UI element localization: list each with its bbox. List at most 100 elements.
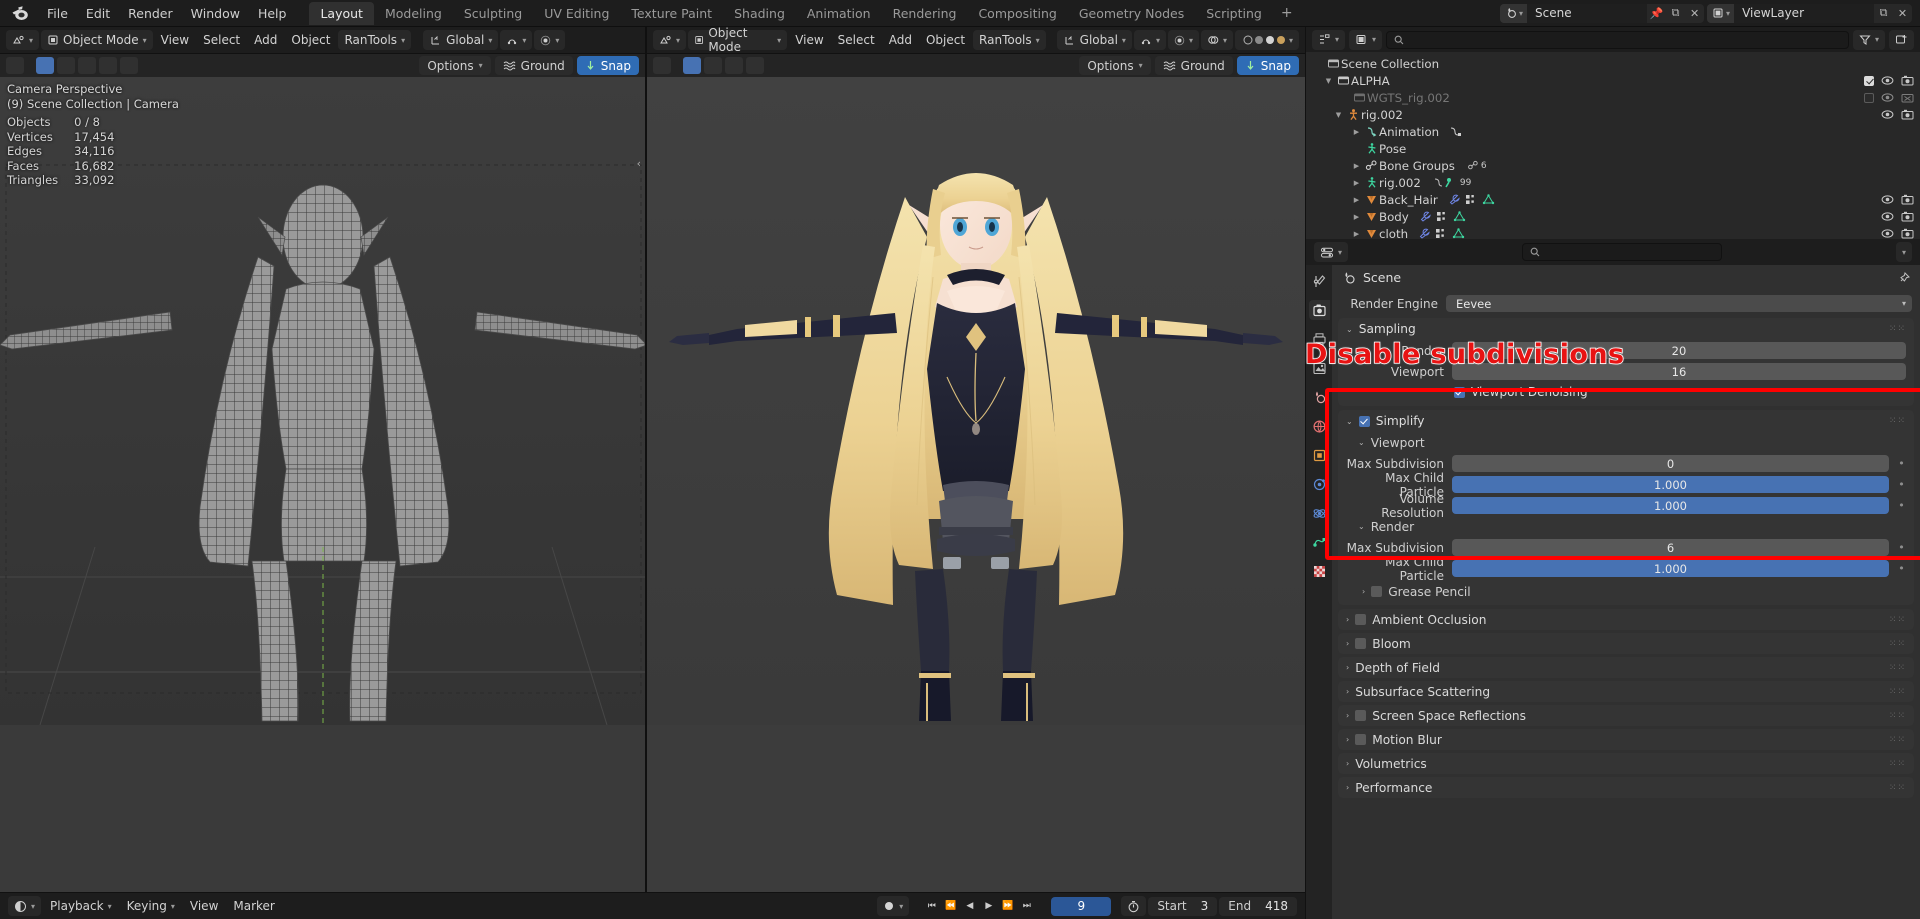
disable-in-renders-icon[interactable] xyxy=(1901,75,1914,86)
outliner-row-back-hair[interactable]: ▶ Back_Hair xyxy=(1306,191,1920,208)
viewport-volume-resolution-field[interactable]: 1.000 xyxy=(1452,497,1889,514)
viewport-menu-select-right[interactable]: Select xyxy=(832,30,881,50)
select-mode-2-right[interactable] xyxy=(704,57,722,74)
workspace-tab-layout[interactable]: Layout xyxy=(309,2,374,25)
panel-subsurface-scattering[interactable]: › Subsurface Scattering ⁙⁙ xyxy=(1338,681,1914,702)
auto-keying-toggle[interactable]: ▾ xyxy=(877,896,909,916)
workspace-tab-rendering[interactable]: Rendering xyxy=(882,2,968,25)
scene-name[interactable]: Scene xyxy=(1527,4,1647,23)
chevron-down-icon[interactable]: ⌄ xyxy=(1358,522,1365,531)
options-dropdown-right[interactable]: Options▾ xyxy=(1079,56,1150,75)
animate-property-dot[interactable]: • xyxy=(1897,562,1906,575)
menu-file[interactable]: File xyxy=(38,3,77,24)
outliner-row-alpha[interactable]: ▼ ALPHA xyxy=(1306,72,1920,89)
render-engine-dropdown[interactable]: Eevee ▾ xyxy=(1446,295,1912,312)
select-mode-4-left[interactable] xyxy=(99,57,117,74)
workspace-tab-uv-editing[interactable]: UV Editing xyxy=(533,2,620,25)
pin-icon[interactable]: 📌 xyxy=(1647,4,1666,23)
use-preview-range-icon[interactable] xyxy=(1121,896,1146,916)
panel-performance[interactable]: › Performance ⁙⁙ xyxy=(1338,777,1914,798)
hide-in-viewport-icon[interactable] xyxy=(1881,211,1894,222)
workspace-tab-sculpting[interactable]: Sculpting xyxy=(453,2,533,25)
outliner-display-mode[interactable]: ▾ xyxy=(1349,30,1382,50)
current-frame-field[interactable]: 9 xyxy=(1051,897,1111,916)
tab-view-layer[interactable] xyxy=(1309,358,1330,378)
outliner-filter-button[interactable]: ▾ xyxy=(1853,30,1885,50)
hide-in-viewport-icon[interactable] xyxy=(1881,194,1894,205)
chevron-right-icon[interactable]: › xyxy=(1346,639,1349,648)
hide-in-viewport-icon[interactable] xyxy=(1881,109,1894,120)
hide-in-viewport-icon[interactable] xyxy=(1881,92,1894,103)
viewport-max-child-particle-field[interactable]: 1.000 xyxy=(1452,476,1889,493)
chevron-right-icon[interactable]: › xyxy=(1346,687,1349,696)
disclosure-triangle-right-icon[interactable]: ▶ xyxy=(1350,196,1363,204)
viewlayer-icon[interactable]: ▾ xyxy=(1707,4,1734,23)
animate-property-dot[interactable]: • xyxy=(1897,457,1906,470)
select-mode-1-left[interactable] xyxy=(36,57,54,74)
snapping-toggle-left[interactable]: ▾ xyxy=(500,30,532,50)
workspace-tab-modeling[interactable]: Modeling xyxy=(374,2,453,25)
properties-search-input[interactable] xyxy=(1522,243,1722,261)
sampling-viewport-field[interactable]: 16 xyxy=(1452,363,1906,380)
disclosure-triangle-right-icon[interactable]: ▶ xyxy=(1350,213,1363,221)
menu-edit[interactable]: Edit xyxy=(77,3,119,24)
next-keyframe-button[interactable]: ⏩ xyxy=(999,897,1016,916)
snap-button-left[interactable]: Snap xyxy=(577,56,639,75)
tab-material[interactable] xyxy=(1309,561,1330,581)
exclude-checkbox[interactable] xyxy=(1864,76,1874,86)
viewport-menu-object-right[interactable]: Object xyxy=(920,30,971,50)
panel-bloom[interactable]: › Bloom ⁙⁙ xyxy=(1338,633,1914,654)
proportional-edit-left[interactable]: ▾ xyxy=(534,30,565,50)
workspace-tab-geometry-nodes[interactable]: Geometry Nodes xyxy=(1068,2,1195,25)
simplify-viewport-subheader[interactable]: ⌄ Viewport xyxy=(1338,432,1914,453)
new-collection-button[interactable] xyxy=(1889,30,1914,50)
motion-blur-checkbox[interactable] xyxy=(1355,734,1366,745)
menu-window[interactable]: Window xyxy=(182,3,249,24)
chevron-down-icon[interactable]: ⌄ xyxy=(1346,325,1353,334)
timeline-marker-menu[interactable]: Marker xyxy=(227,896,280,916)
simplify-checkbox[interactable] xyxy=(1359,416,1370,427)
workspace-tab-compositing[interactable]: Compositing xyxy=(967,2,1067,25)
sampling-render-field[interactable]: 20 xyxy=(1452,342,1906,359)
editor-type-button-right[interactable]: ▾ xyxy=(653,30,686,50)
timeline-view-menu[interactable]: View xyxy=(184,896,224,916)
grease-pencil-checkbox[interactable] xyxy=(1371,586,1382,597)
render-max-child-particle-field[interactable]: 1.000 xyxy=(1452,560,1889,577)
transform-orientation-left[interactable]: Global ▾ xyxy=(423,30,498,50)
screen-space-reflections-checkbox[interactable] xyxy=(1355,710,1366,721)
play-button[interactable]: ▶ xyxy=(980,897,997,916)
outliner-tree[interactable]: Scene Collection ▼ ALPHA xyxy=(1306,52,1920,239)
grease-pencil-subpanel[interactable]: › Grease Pencil xyxy=(1338,581,1914,602)
select-mode-1-right[interactable] xyxy=(683,57,701,74)
scene-icon[interactable]: ▾ xyxy=(1500,4,1527,23)
outliner-row-cloth[interactable]: ▶ cloth xyxy=(1306,225,1920,239)
add-workspace-button[interactable]: + xyxy=(1273,2,1301,24)
chevron-down-icon[interactable]: ⌄ xyxy=(1346,417,1353,426)
properties-editor-type[interactable]: ▾ xyxy=(1314,242,1348,262)
outliner-row-body[interactable]: ▶ Body xyxy=(1306,208,1920,225)
disclosure-triangle-right-icon[interactable]: ▶ xyxy=(1350,179,1363,187)
hide-in-viewport-icon[interactable] xyxy=(1881,228,1894,239)
tab-scene[interactable] xyxy=(1309,387,1330,407)
proportional-edit-right[interactable]: ▾ xyxy=(1168,30,1199,50)
editor-type-button-left[interactable]: ▾ xyxy=(6,30,39,50)
disclosure-triangle-down-icon[interactable]: ▼ xyxy=(1332,111,1345,119)
render-max-subdivision-field[interactable]: 6 xyxy=(1452,539,1889,556)
panel-ambient-occlusion[interactable]: › Ambient Occlusion ⁙⁙ xyxy=(1338,609,1914,630)
chevron-right-icon[interactable]: › xyxy=(1346,663,1349,672)
keying-menu[interactable]: Keying▾ xyxy=(121,896,181,916)
chevron-right-icon[interactable]: › xyxy=(1362,587,1365,596)
snapping-toggle-right[interactable]: ▾ xyxy=(1134,30,1166,50)
tab-modifiers[interactable] xyxy=(1309,474,1330,494)
chevron-right-icon[interactable]: › xyxy=(1346,735,1349,744)
disable-in-renders-icon[interactable] xyxy=(1901,194,1914,205)
sampling-panel-header[interactable]: ⌄ Sampling ⁙⁙ xyxy=(1338,318,1914,340)
snap-button-right[interactable]: Snap xyxy=(1237,56,1299,75)
ambient-occlusion-checkbox[interactable] xyxy=(1355,614,1366,625)
bloom-checkbox[interactable] xyxy=(1355,638,1366,649)
viewport-menu-object-left[interactable]: Object xyxy=(285,30,336,50)
viewport-denoising-checkbox[interactable] xyxy=(1454,387,1465,398)
tab-object-constraints[interactable] xyxy=(1309,532,1330,552)
chevron-down-icon[interactable]: ⌄ xyxy=(1358,438,1365,447)
panel-volumetrics[interactable]: › Volumetrics ⁙⁙ xyxy=(1338,753,1914,774)
